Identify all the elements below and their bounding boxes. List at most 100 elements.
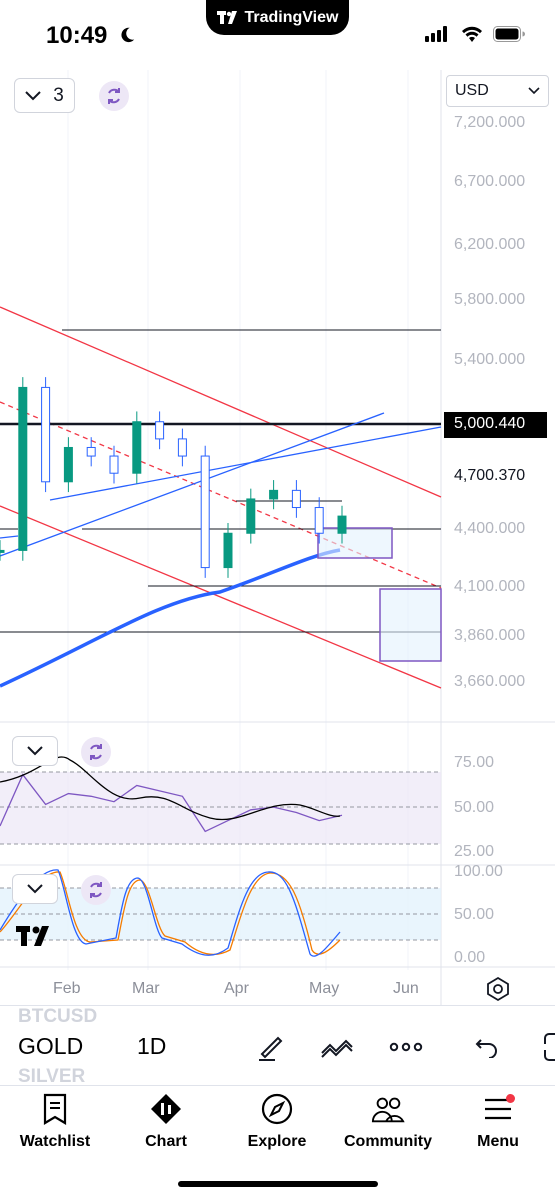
undo-button[interactable] xyxy=(470,1030,504,1064)
home-indicator xyxy=(178,1181,378,1187)
rsi-tick: 50.00 xyxy=(454,799,495,816)
last-price-label: 4,700.370 xyxy=(454,467,526,484)
wifi-icon xyxy=(462,26,482,42)
interval-count: 3 xyxy=(53,84,64,106)
time-tick: Apr xyxy=(224,980,249,997)
tab-chart[interactable]: Chart xyxy=(116,1092,216,1162)
tradingview-label: TradingView xyxy=(244,8,339,26)
price-tick: 7,200.000 xyxy=(454,114,526,131)
chevron-down-icon xyxy=(27,746,43,756)
candle-body[interactable] xyxy=(200,455,210,569)
candle-body[interactable] xyxy=(0,549,5,553)
more-button[interactable] xyxy=(389,1030,423,1064)
price-tick: 4,400.000 xyxy=(454,520,526,537)
chart-settings-icon[interactable] xyxy=(485,976,511,1002)
tab-watchlist[interactable]: Watchlist xyxy=(5,1092,105,1162)
zone-rectangle[interactable] xyxy=(379,588,442,662)
tab-label: Menu xyxy=(477,1133,519,1150)
current-price-badge: 5,000.440 xyxy=(444,412,547,438)
symbol-toolbar: BTCUSD GOLD 1D SILVER xyxy=(0,1005,555,1087)
candle-body[interactable] xyxy=(86,446,96,457)
sync-icon xyxy=(90,882,102,898)
status-time: 10:49 xyxy=(46,22,108,49)
compass-icon xyxy=(261,1093,293,1125)
drawing-tool-button[interactable] xyxy=(254,1030,288,1064)
tab-menu[interactable]: Menu xyxy=(448,1092,548,1162)
chevron-down-icon xyxy=(27,884,43,894)
candle-body[interactable] xyxy=(132,421,142,474)
moon-icon xyxy=(121,27,135,43)
more-dots-icon xyxy=(389,1042,423,1052)
stoch-collapse-button[interactable] xyxy=(12,874,58,904)
symbol-button[interactable]: GOLD xyxy=(18,1033,83,1060)
price-tick: 5,800.000 xyxy=(454,291,526,308)
ghost-symbol-above: BTCUSD xyxy=(18,1006,98,1027)
zone-rectangle[interactable] xyxy=(317,527,393,559)
price-tick: 5,400.000 xyxy=(454,351,526,368)
indicators-icon xyxy=(321,1039,353,1058)
indicators-button[interactable] xyxy=(320,1030,354,1064)
candle-body[interactable] xyxy=(337,515,347,534)
interval-count-button[interactable]: 3 xyxy=(14,78,75,113)
chevron-down-icon xyxy=(25,90,41,100)
price-tick: 6,200.000 xyxy=(454,236,526,253)
rsi-tick: 75.00 xyxy=(454,754,495,771)
time-tick: May xyxy=(309,980,340,997)
candle-body[interactable] xyxy=(109,455,119,474)
candle-body[interactable] xyxy=(41,386,51,483)
tab-label: Community xyxy=(344,1133,432,1150)
sync-button[interactable] xyxy=(99,81,129,111)
watchlist-icon xyxy=(43,1093,67,1125)
price-tick: 3,860.000 xyxy=(454,627,526,644)
candle-body[interactable] xyxy=(223,532,233,569)
pen-icon xyxy=(259,1036,283,1061)
chart-icon xyxy=(151,1094,181,1124)
stoch-tick: 100.00 xyxy=(454,863,503,880)
status-bar: 10:49 TradingView xyxy=(0,0,555,70)
tradingview-pill[interactable]: TradingView xyxy=(206,0,349,35)
tab-community[interactable]: Community xyxy=(338,1092,438,1162)
undo-icon xyxy=(475,1039,497,1058)
rsi-sync-button[interactable] xyxy=(81,737,111,767)
tab-label: Explore xyxy=(247,1133,307,1150)
fullscreen-button[interactable] xyxy=(530,1030,555,1064)
battery-icon xyxy=(493,26,525,42)
price-tick: 3,660.000 xyxy=(454,673,526,690)
rsi-band xyxy=(0,772,441,844)
rsi-collapse-button[interactable] xyxy=(12,736,58,766)
currency-label: USD xyxy=(455,82,489,99)
system-icons xyxy=(425,26,525,42)
price-tick: 4,100.000 xyxy=(454,578,526,595)
candle-body[interactable] xyxy=(63,446,73,483)
candle-body[interactable] xyxy=(314,507,324,534)
moving-average-line xyxy=(0,548,341,688)
candle-body[interactable] xyxy=(177,438,187,457)
tradingview-logo-icon xyxy=(216,10,237,24)
notification-dot xyxy=(506,1094,515,1103)
candle-body[interactable] xyxy=(291,489,301,509)
fullscreen-icon xyxy=(544,1033,555,1061)
candle-body[interactable] xyxy=(246,498,256,534)
stoch-tick: 50.00 xyxy=(454,906,495,923)
sync-icon xyxy=(90,744,102,760)
time-tick: Mar xyxy=(132,980,160,997)
candle-body[interactable] xyxy=(18,386,28,551)
rsi-tick: 25.00 xyxy=(454,843,495,860)
time-tick: Feb xyxy=(53,980,81,997)
stoch-tick: 0.00 xyxy=(454,949,486,966)
chevron-down-icon xyxy=(528,87,540,95)
signal-icon xyxy=(425,26,447,42)
tab-label: Watchlist xyxy=(19,1133,91,1150)
chart-area[interactable]: 3 USD 7,200.000 6,700.000 6,200.000 5,80… xyxy=(0,70,555,1005)
candle-body[interactable] xyxy=(269,489,279,500)
sync-icon xyxy=(108,88,120,104)
time-tick: Jun xyxy=(393,980,419,997)
currency-select[interactable]: USD xyxy=(446,75,549,107)
stoch-sync-button[interactable] xyxy=(81,875,111,905)
tab-label: Chart xyxy=(145,1133,187,1150)
price-tick: 6,700.000 xyxy=(454,173,526,190)
tab-explore[interactable]: Explore xyxy=(227,1092,327,1162)
community-icon xyxy=(371,1097,405,1123)
interval-button[interactable]: 1D xyxy=(137,1033,166,1060)
candle-body[interactable] xyxy=(155,421,165,440)
